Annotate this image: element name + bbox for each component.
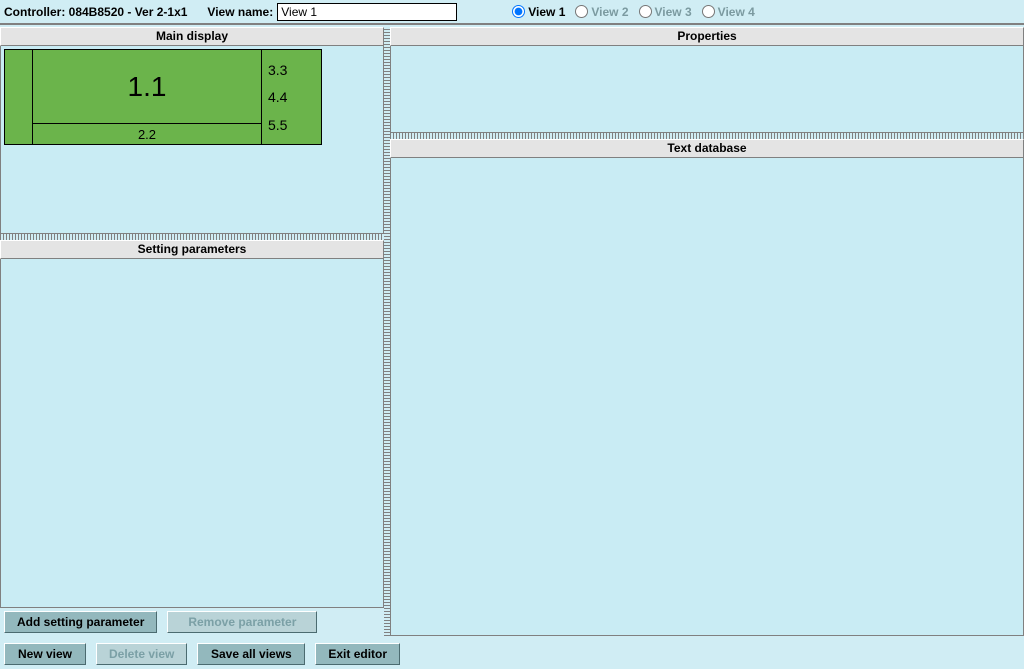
panel-text-database-header: Text database [390,139,1024,158]
panel-main-display-body: 1.1 3.3 4.4 5.5 2.2 [0,46,384,234]
panel-properties-header: Properties [390,27,1024,46]
view-radio-2-label: View 2 [591,5,628,19]
view-radio-4[interactable]: View 4 [702,5,755,19]
delete-view-button: Delete view [96,643,187,665]
view-radio-2-input[interactable] [575,5,588,18]
top-bar: Controller: 084B8520 - Ver 2-1x1 View na… [0,0,1024,25]
panel-properties: Properties [390,27,1024,133]
view-radio-group: View 1 View 2 View 3 View 4 [512,5,765,19]
viewname-label: View name: [207,5,273,19]
panel-main-display-header: Main display [0,27,384,46]
add-setting-parameter-button[interactable]: Add setting parameter [4,611,157,633]
panel-properties-body [390,46,1024,133]
viewname-input[interactable] [277,3,457,21]
panel-setting-parameters-body [0,259,384,608]
remove-parameter-button: Remove parameter [167,611,317,633]
display-widget-left [5,50,33,144]
view-radio-2[interactable]: View 2 [575,5,628,19]
panel-text-database: Text database [390,139,1024,636]
left-column: Main display 1.1 3.3 4.4 5.5 2.2 Setting… [0,27,384,636]
new-view-button[interactable]: New view [4,643,86,665]
view-radio-3[interactable]: View 3 [639,5,692,19]
panel-setting-parameters-header: Setting parameters [0,240,384,259]
panel-text-database-body [390,158,1024,636]
display-widget-right: 3.3 4.4 5.5 [261,50,321,144]
settings-button-bar: Add setting parameter Remove parameter [0,608,384,636]
display-widget[interactable]: 1.1 3.3 4.4 5.5 2.2 [4,49,322,145]
display-widget-bottom: 2.2 [33,124,261,144]
view-radio-4-input[interactable] [702,5,715,18]
view-radio-3-label: View 3 [655,5,692,19]
right-column: Properties Text database [390,27,1024,636]
display-widget-right-2: 4.4 [268,89,321,105]
view-radio-3-input[interactable] [639,5,652,18]
exit-editor-button[interactable]: Exit editor [315,643,400,665]
display-widget-right-1: 3.3 [268,62,321,78]
view-radio-1-label: View 1 [528,5,565,19]
controller-label: Controller: 084B8520 - Ver 2-1x1 [4,5,187,19]
view-radio-1-input[interactable] [512,5,525,18]
panel-setting-parameters: Setting parameters Add setting parameter… [0,240,384,636]
view-radio-1[interactable]: View 1 [512,5,565,19]
display-widget-right-3: 5.5 [268,117,321,133]
save-all-views-button[interactable]: Save all views [197,643,305,665]
bottom-bar: New view Delete view Save all views Exit… [0,639,1024,669]
panel-main-display: Main display 1.1 3.3 4.4 5.5 2.2 [0,27,384,234]
content-area: Main display 1.1 3.3 4.4 5.5 2.2 Setting… [0,27,1024,636]
display-widget-center: 1.1 [33,50,261,124]
view-radio-4-label: View 4 [718,5,755,19]
